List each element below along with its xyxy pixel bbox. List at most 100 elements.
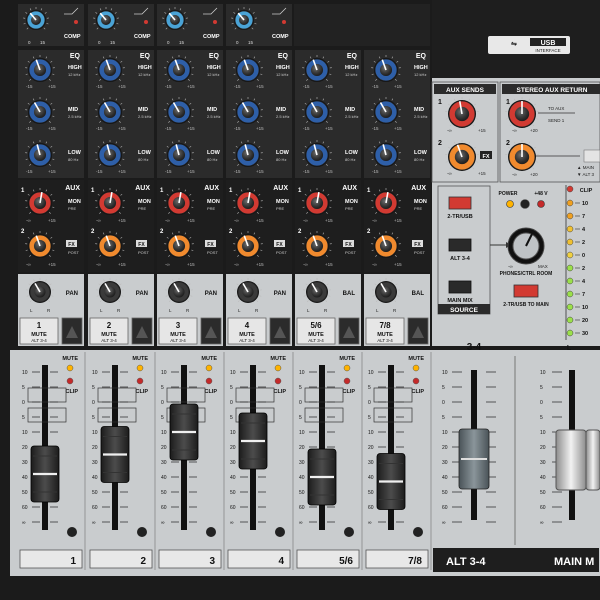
aux-max-label: +15 (48, 262, 56, 267)
channel-strip-4: 0 15COMPEQHIGH12 kHz-15 +15MID2.5 kHz-15 +1… (226, 4, 292, 346)
eq-high-label: HIGH (207, 65, 221, 71)
eq-title: EQ (209, 53, 220, 60)
meter-left-label: L (567, 345, 572, 352)
aux-title: AUX (204, 185, 219, 192)
aux-send-2-max: +15 (478, 171, 486, 176)
aux-return-alt-label: ▼ ALT 3 (577, 172, 595, 177)
channel-fader-cap[interactable] (307, 448, 337, 506)
eq-max-label: +15 (187, 126, 195, 131)
channel-fader-cap[interactable] (30, 445, 60, 503)
eq-min-label: -15 (372, 126, 379, 131)
aux-return-main-label: ▲ MAIN (577, 165, 594, 170)
meter-led (566, 264, 574, 272)
mute-led (136, 364, 144, 372)
eq-mid-label: MID (345, 107, 355, 113)
aux-send-1-max: +15 (478, 128, 486, 133)
pan-label: PAN (136, 291, 148, 297)
meter-led (566, 238, 574, 246)
meter-led (566, 277, 574, 285)
fader-scale-label: 60 (92, 505, 98, 511)
clip-led-label: CLIP (411, 389, 424, 395)
aux-min-label: -∞ (303, 218, 308, 223)
2tr-usb-to-main-button[interactable] (513, 284, 539, 298)
mute-led-label: MUTE (132, 356, 148, 362)
aux-pre-label: PRE (345, 206, 354, 211)
eq-min-label: -15 (96, 169, 103, 174)
fader-strip-3: MUTECLIP10505102030405060∞3 (157, 352, 225, 572)
alt-3-4-label: ALT 3-4 (308, 338, 324, 343)
fader-scale-label: 20 (368, 445, 374, 451)
mixer-console: ⇋ USB INTERFACE 0 15COMPEQHIGH12 kHz-15 +1… (0, 0, 600, 600)
fader-scale-label: 20 (299, 445, 305, 451)
usb-sub-label: INTERFACE (535, 48, 560, 53)
send-1-label: SEND 1 (548, 118, 565, 123)
mute-led-label: MUTE (408, 356, 424, 362)
fader-scale-label: 10 (230, 430, 236, 436)
clip-led (412, 377, 420, 385)
eq-title: EQ (347, 53, 358, 60)
channel-fader-cap[interactable] (100, 426, 130, 483)
main-mix-fader[interactable] (555, 429, 600, 491)
eq-max-label: +15 (325, 169, 333, 174)
fader-scale-label: 20 (92, 445, 98, 451)
mute-led-label: MUTE (339, 356, 355, 362)
meter-led (566, 251, 574, 259)
eq-max-label: +15 (118, 126, 126, 131)
eq-max-label: +15 (118, 169, 126, 174)
aux-mon-label: MON (68, 199, 81, 205)
comp-label: COMP (272, 34, 289, 40)
channel-fader-label: 5/6 (339, 556, 353, 567)
channel-fader-cap[interactable] (238, 412, 268, 470)
eq-max-label: +15 (394, 169, 402, 174)
aux-max-label: +15 (256, 218, 264, 223)
main-fader-scale-label: 30 (540, 460, 546, 466)
fader-scale-label: 30 (161, 460, 167, 466)
fader-scale-label: 10 (161, 370, 167, 376)
meter-clip-led (566, 185, 574, 193)
comp-max-label: 15 (248, 40, 254, 45)
2tr-usb-source-button[interactable] (448, 196, 472, 210)
aux-title: AUX (65, 185, 80, 192)
alt-3-4-source-button[interactable] (448, 238, 472, 252)
fader-scale-label: 5 (368, 415, 371, 421)
meter-scale-label: 2 (582, 240, 585, 246)
meter-led (566, 212, 574, 220)
eq-mid-label: MID (138, 107, 148, 113)
eq-high-label: HIGH (414, 65, 428, 71)
eq-low-label: LOW (138, 150, 152, 156)
aux-max-label: +15 (325, 262, 333, 267)
eq-mid-freq: 2.5 kHz (414, 114, 428, 119)
pan-label: BAL (343, 291, 356, 297)
eq-min-label: -15 (26, 126, 33, 131)
fader-scale-label: 5 (230, 385, 233, 391)
aux-pre-label: PRE (414, 206, 423, 211)
aux-pre-label: PRE (276, 206, 285, 211)
main-mix-source-button[interactable] (448, 280, 472, 294)
phantom-power-switch[interactable] (520, 199, 530, 209)
aux-return-assign-button[interactable] (583, 149, 600, 163)
eq-title: EQ (70, 53, 81, 60)
pan-label: BAL (412, 291, 425, 297)
channel-fader-cap[interactable] (169, 403, 199, 461)
meter-led (566, 316, 574, 324)
clip-led (274, 377, 282, 385)
eq-low-freq: 80 Hz (68, 157, 78, 162)
aux-title: AUX (273, 185, 288, 192)
eq-min-label: -15 (372, 169, 379, 174)
alt-3-4-fader[interactable] (458, 428, 490, 490)
eq-low-label: LOW (207, 150, 221, 156)
alt-fader-scale-label: 10 (442, 370, 448, 376)
fader-scale-label: 10 (368, 430, 374, 436)
fader-scale-label: 20 (161, 445, 167, 451)
clip-led-label: CLIP (342, 389, 355, 395)
phantom-power-label: +48 V (534, 191, 548, 197)
channel-fader-cap[interactable] (376, 453, 406, 510)
alt-fader-scale-label: 50 (442, 490, 448, 496)
phones-label: PHONES/CTRL ROOM (500, 271, 553, 277)
eq-min-label: -15 (96, 126, 103, 131)
fader-scale-label: ∞ (92, 520, 96, 526)
eq-min-label: -15 (26, 84, 33, 89)
meter-scale-label: 10 (582, 201, 588, 207)
fader-strip-5-6: MUTECLIP10505102030405060∞5/6 (295, 352, 363, 572)
meter-scale-label: 7 (582, 214, 585, 220)
